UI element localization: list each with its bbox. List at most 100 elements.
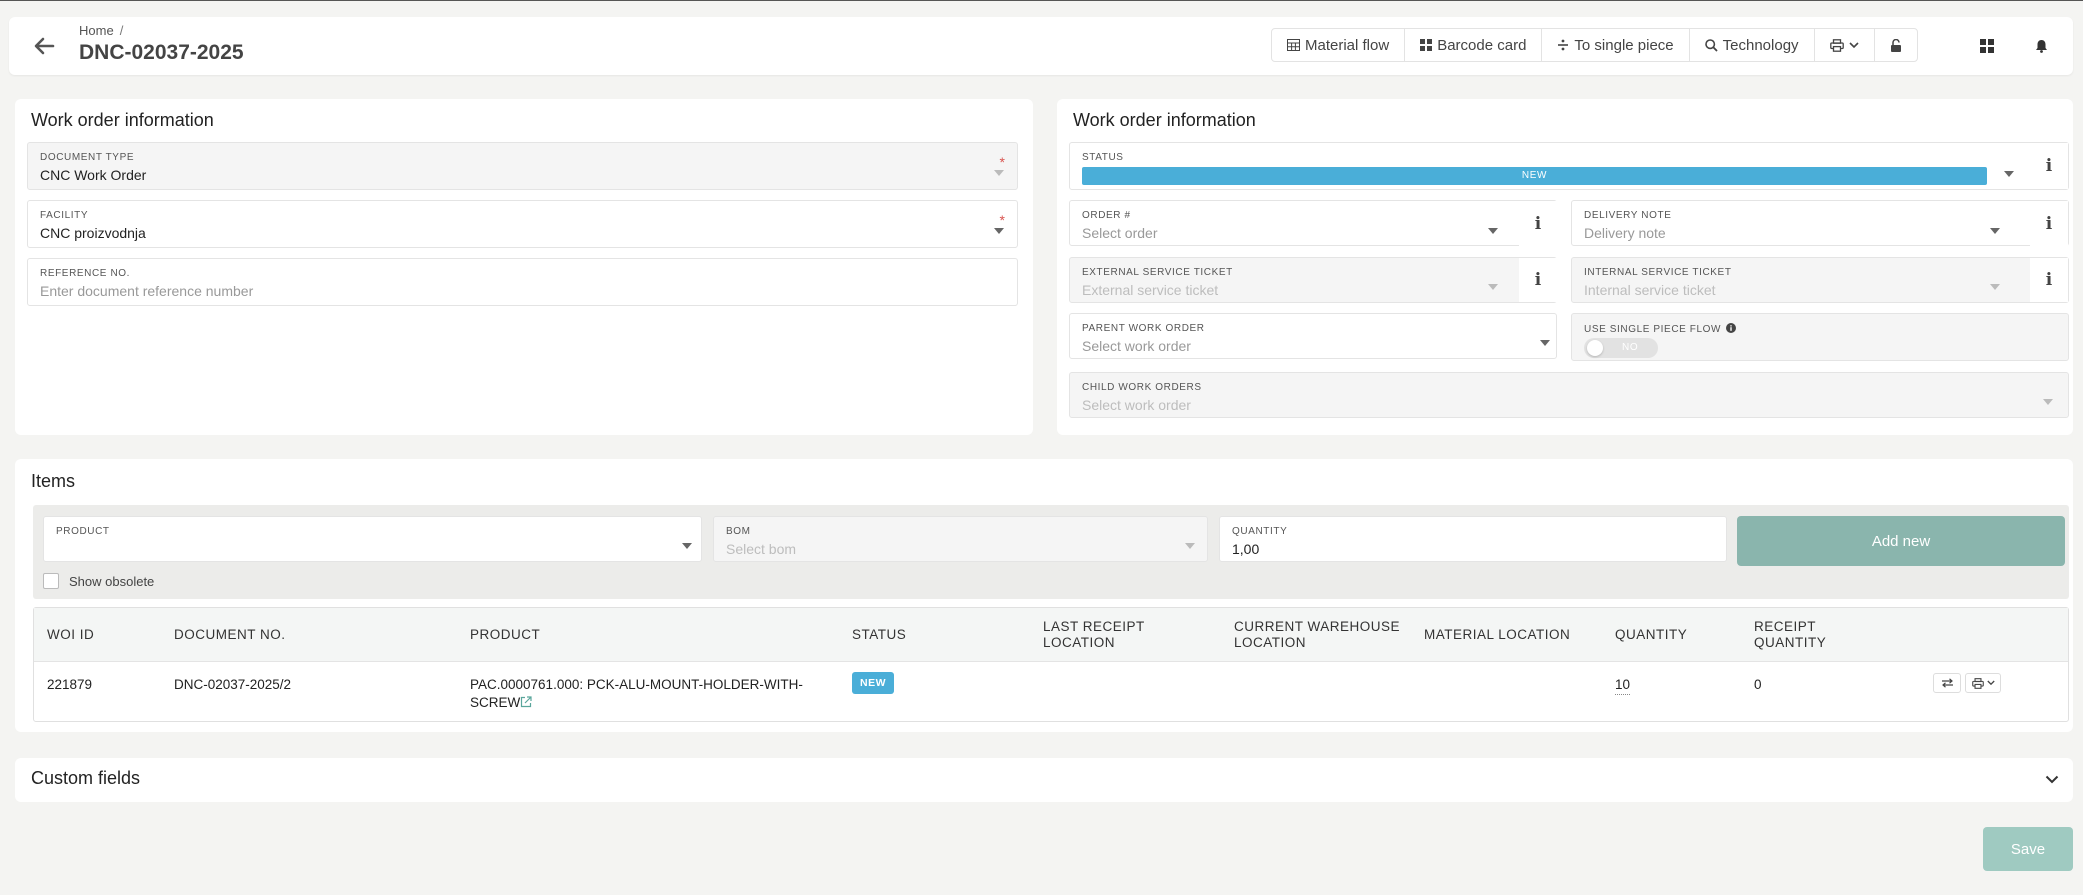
info-icon[interactable]: i (2030, 143, 2068, 189)
status-bar: NEW (1082, 167, 1987, 185)
add-new-button[interactable]: Add new (1737, 516, 2065, 566)
toggle-knob (1587, 340, 1603, 356)
back-arrow-icon[interactable] (31, 34, 57, 58)
quantity-input[interactable]: QUANTITY 1,00 (1219, 516, 1727, 562)
unlock-button[interactable] (1875, 29, 1917, 61)
breadcrumb-home[interactable]: Home (79, 23, 114, 38)
card-title: Work order information (31, 110, 214, 130)
info-icon[interactable]: i (2030, 258, 2068, 302)
table-row: 221879 DNC-02037-2025/2 PAC.0000761.000:… (34, 662, 2068, 722)
reference-no-field[interactable]: REFERENCE NO. Enter document reference n… (27, 258, 1018, 306)
col-receipt-quantity[interactable]: RECEIPT QUANTITY (1754, 619, 1826, 651)
bell-icon[interactable] (2035, 39, 2048, 57)
caret-down-icon (2043, 399, 2053, 405)
caret-down-icon (2004, 171, 2014, 177)
col-label-line1: LAST RECEIPT (1043, 619, 1145, 634)
external-service-ticket-field[interactable]: EXTERNAL SERVICE TICKET External service… (1069, 257, 1557, 303)
material-flow-label: Material flow (1305, 36, 1390, 54)
field-placeholder: Enter document reference number (40, 283, 254, 299)
field-label: REFERENCE NO. (40, 268, 131, 279)
field-label: STATUS (1082, 152, 1124, 163)
info-icon[interactable]: i (1519, 201, 1557, 247)
show-obsolete-checkbox[interactable] (43, 573, 59, 589)
field-placeholder: External service ticket (1082, 282, 1219, 298)
document-type-field[interactable]: DOCUMENT TYPE CNC Work Order * (27, 142, 1018, 190)
col-woi-id[interactable]: WOI ID (47, 627, 94, 643)
product-select[interactable]: PRODUCT (43, 516, 702, 562)
breadcrumb: Home / (79, 23, 123, 38)
cell-document-no: DNC-02037-2025/2 (174, 677, 292, 692)
info-icon[interactable]: i (1519, 258, 1557, 302)
page-title: DNC-02037-2025 (79, 41, 244, 64)
row-print-dropdown-button[interactable] (1965, 673, 2001, 693)
cell-product: PAC.0000761.000: PCK-ALU-MOUNT-HOLDER-WI… (470, 676, 803, 712)
print-dropdown-button[interactable] (1815, 29, 1875, 61)
parent-work-order-field[interactable]: PARENT WORK ORDER Select work order (1069, 313, 1557, 359)
col-product[interactable]: PRODUCT (470, 627, 540, 643)
info-icon[interactable]: i (2030, 201, 2068, 247)
to-single-piece-label: To single piece (1574, 36, 1674, 54)
info-circle-icon (1726, 323, 1737, 333)
chevron-down-icon (1848, 41, 1859, 48)
table-icon (1287, 39, 1300, 51)
search-icon (1704, 38, 1718, 52)
toggle-label: NO (1622, 342, 1639, 353)
field-placeholder: Select order (1082, 225, 1158, 241)
internal-service-ticket-field[interactable]: INTERNAL SERVICE TICKET Internal service… (1571, 257, 2069, 303)
technology-button[interactable]: Technology (1690, 29, 1815, 61)
add-item-panel: PRODUCT BOM Select bom QUANTITY 1,00 Add… (33, 505, 2069, 599)
caret-down-icon (1488, 284, 1498, 290)
chevron-down-icon[interactable] (2045, 775, 2059, 784)
status-badge: NEW (852, 672, 894, 694)
single-piece-flow-toggle[interactable]: NO (1584, 338, 1658, 358)
chevron-down-icon (1986, 680, 1995, 686)
card-title: Custom fields (31, 768, 141, 788)
transfer-button[interactable] (1933, 673, 1961, 693)
field-label: QUANTITY (1232, 526, 1288, 537)
field-label: FACILITY (40, 210, 89, 221)
work-order-info-right-card: Work order information STATUS NEW i ORDE… (1057, 99, 2073, 435)
field-value: CNC proizvodnja (40, 225, 146, 241)
bom-select[interactable]: BOM Select bom (713, 516, 1208, 562)
field-label: INTERNAL SERVICE TICKET (1584, 267, 1732, 278)
unlock-icon (1890, 38, 1901, 52)
material-flow-button[interactable]: Material flow (1272, 29, 1406, 61)
swap-arrows-icon (1941, 678, 1953, 688)
col-last-receipt-location[interactable]: LAST RECEIPT LOCATION (1043, 619, 1145, 651)
col-current-warehouse-location[interactable]: CURRENT WAREHOUSE LOCATION (1234, 619, 1400, 651)
printer-icon (1829, 38, 1844, 52)
field-label: CHILD WORK ORDERS (1082, 382, 1202, 393)
col-material-location[interactable]: MATERIAL LOCATION (1424, 627, 1570, 643)
show-obsolete-label: Show obsolete (69, 574, 155, 589)
barcode-card-label: Barcode card (1437, 36, 1527, 54)
page-header: Home / DNC-02037-2025 Material flow Barco… (9, 17, 2073, 75)
to-single-piece-button[interactable]: To single piece (1542, 29, 1690, 61)
apps-grid-icon[interactable] (1980, 39, 1994, 57)
technology-label: Technology (1722, 36, 1799, 54)
card-title: Work order information (1073, 110, 1256, 130)
save-button[interactable]: Save (1983, 827, 2073, 871)
custom-fields-card[interactable]: Custom fields (15, 758, 2073, 802)
col-status[interactable]: STATUS (852, 627, 906, 643)
external-link-icon[interactable] (520, 696, 532, 708)
items-table: WOI ID DOCUMENT NO. PRODUCT STATUS LAST … (33, 607, 2069, 722)
items-card: Items PRODUCT BOM Select bom QUANTITY 1,… (15, 459, 2073, 732)
caret-down-icon (1185, 543, 1195, 549)
field-placeholder: Select work order (1082, 397, 1191, 413)
caret-down-icon (994, 170, 1004, 176)
barcode-card-button[interactable]: Barcode card (1405, 29, 1543, 61)
facility-field[interactable]: FACILITY CNC proizvodnja * (27, 200, 1018, 248)
caret-down-icon (1488, 228, 1498, 234)
col-document-no[interactable]: DOCUMENT NO. (174, 627, 286, 643)
delivery-note-field[interactable]: DELIVERY NOTE Delivery note i (1571, 200, 2069, 247)
single-piece-flow-field: USE SINGLE PIECE FLOW NO (1571, 313, 2069, 361)
caret-down-icon (1990, 284, 2000, 290)
status-field[interactable]: STATUS NEW i (1069, 142, 2069, 190)
card-title: Items (31, 471, 76, 491)
cell-quantity[interactable]: 10 (1615, 676, 1631, 695)
child-work-orders-field[interactable]: CHILD WORK ORDERS Select work order (1069, 372, 2069, 418)
caret-down-icon (994, 228, 1004, 234)
col-quantity[interactable]: QUANTITY (1615, 627, 1687, 643)
order-field[interactable]: ORDER # Select order i (1069, 200, 1557, 247)
col-label-line2: QUANTITY (1754, 635, 1827, 650)
